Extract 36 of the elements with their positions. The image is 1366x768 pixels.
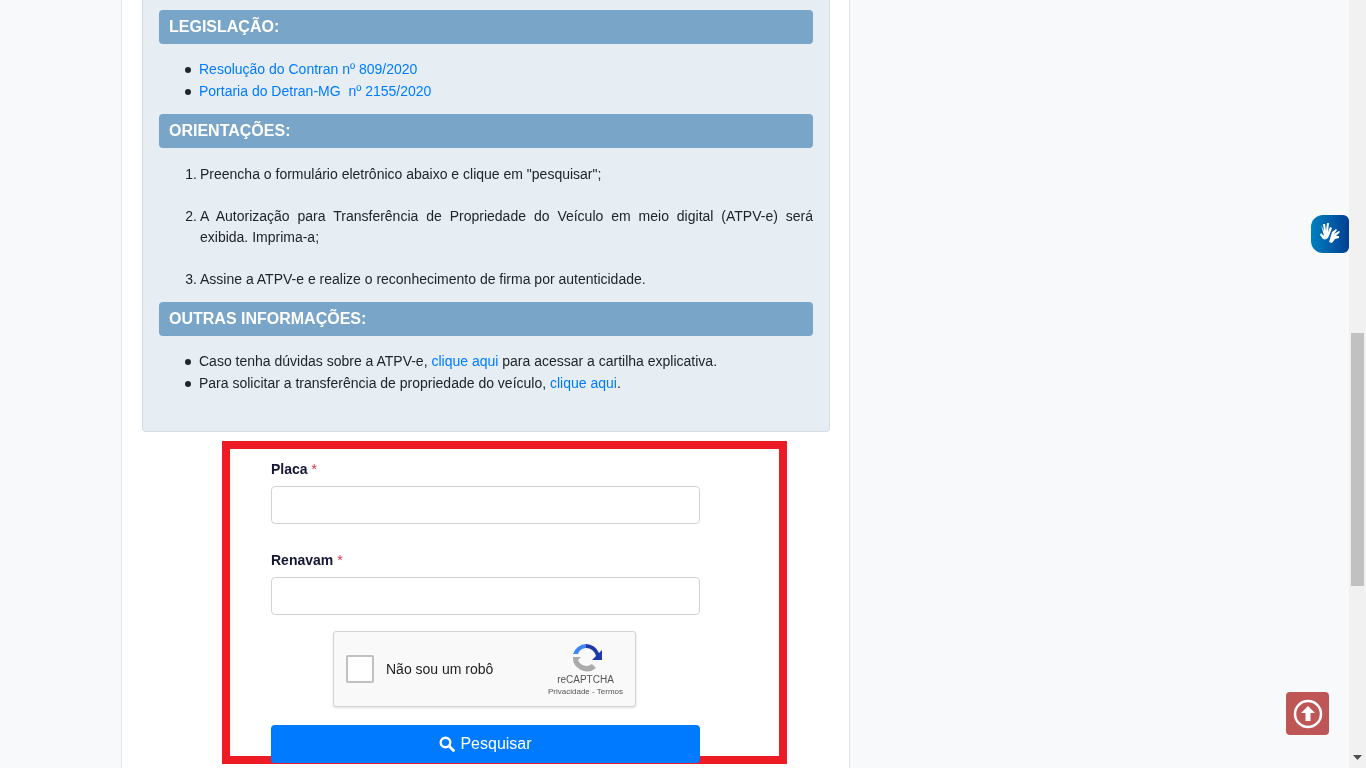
- bullet-icon: [185, 359, 191, 365]
- hands-icon: [1318, 223, 1342, 245]
- field-label: Placa: [271, 461, 308, 477]
- scroll-down-icon[interactable]: [1353, 755, 1362, 761]
- instruction-text: Assine a ATPV-e e realize o reconhecimento de firma por autenticidade.: [199, 270, 647, 289]
- list-number: 1.: [184, 165, 198, 184]
- section-heading: OUTRAS INFORMAÇÕES:: [159, 302, 813, 336]
- required-mark: *: [337, 552, 343, 568]
- link[interactable]: clique aqui: [431, 353, 499, 369]
- field-label: Renavam: [271, 552, 334, 568]
- input-field[interactable]: [271, 486, 700, 524]
- link[interactable]: clique aqui: [550, 375, 617, 391]
- required-mark: *: [311, 461, 318, 477]
- section-heading: LEGISLAÇÃO:: [159, 10, 813, 44]
- document-link[interactable]: Resolução do Contran nº 809/2020: [199, 59, 418, 80]
- captcha-terms-links[interactable]: Privacidade - Termos: [548, 686, 623, 698]
- search-icon: [439, 736, 456, 752]
- info-text: Caso tenha dúvidas sobre a ATPV-e, clique aqui para acessar a cartilha explicativa.: [199, 352, 719, 371]
- instruction-text: A Autorização para Transferência de Propriedade do Veículo em meio digital (ATPV-e) será exibida. Imprima-a;: [199, 207, 813, 247]
- captcha-brand: reCAPTCHA: [557, 674, 614, 686]
- document-link[interactable]: Portaria do Detran-MG nº 2155/2020: [199, 81, 432, 102]
- search-button[interactable]: Pesquisar: [271, 725, 700, 763]
- instruction-text: Preencha o formulário eletrônico abaixo e clique em "pesquisar";: [199, 165, 603, 184]
- input-field[interactable]: [271, 577, 700, 615]
- list-number: 3.: [184, 270, 198, 289]
- scrollbar-thumb[interactable]: [1351, 333, 1364, 586]
- back-to-top-button[interactable]: [1286, 692, 1329, 735]
- sign-language-button[interactable]: [1311, 215, 1349, 253]
- info-text: Para solicitar a transferência de propriedade do veículo, clique aqui.: [199, 374, 622, 393]
- bullet-icon: [185, 67, 191, 73]
- list-number: 2.: [184, 207, 198, 226]
- captcha-label: Não sou um robô: [386, 659, 494, 679]
- checkbox[interactable]: [346, 655, 374, 683]
- section-heading: ORIENTAÇÕES:: [159, 114, 813, 148]
- bullet-icon: [185, 381, 191, 387]
- bullet-icon: [185, 89, 191, 95]
